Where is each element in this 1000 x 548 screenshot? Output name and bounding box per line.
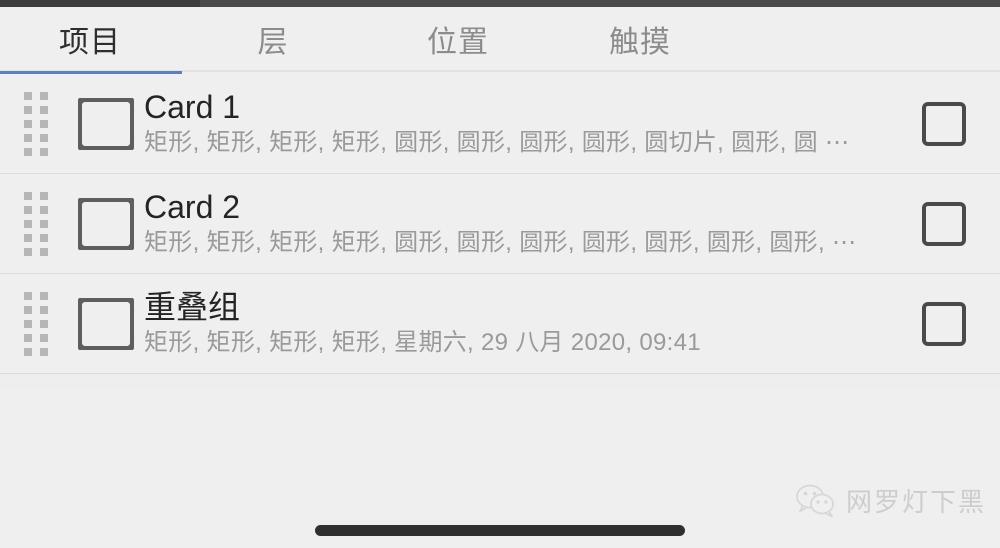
inbox-icon [78, 297, 134, 350]
item-checkbox-cell [888, 101, 1000, 146]
tab-bar: 项目 层 位置 触摸 [0, 7, 1000, 77]
drag-dots-icon [24, 291, 48, 356]
inbox-icon [78, 197, 134, 250]
item-checkbox-cell [888, 201, 1000, 246]
list-item[interactable]: Card 1 矩形, 矩形, 矩形, 矩形, 圆形, 圆形, 圆形, 圆形, 圆… [0, 74, 1000, 174]
inbox-icon [78, 97, 134, 150]
watermark-text: 网罗灯下黑 [845, 487, 986, 517]
item-text: Card 1 矩形, 矩形, 矩形, 矩形, 圆形, 圆形, 圆形, 圆形, 圆… [144, 89, 888, 158]
watermark: 网罗灯下黑 [796, 482, 986, 519]
tab-position-label: 位置 [427, 25, 489, 59]
item-icon [72, 97, 140, 150]
item-title: Card 1 [144, 89, 241, 125]
select-checkbox[interactable] [922, 301, 966, 346]
wechat-icon [796, 484, 834, 517]
drag-handle[interactable] [0, 191, 72, 256]
item-title: Card 2 [144, 189, 241, 225]
status-bar [0, 0, 1000, 7]
item-subtitle: 矩形, 矩形, 矩形, 矩形, 圆形, 圆形, 圆形, 圆形, 圆切片, 圆形,… [144, 129, 850, 156]
item-title: 重叠组 [144, 289, 241, 325]
list-item[interactable]: 重叠组 矩形, 矩形, 矩形, 矩形, 星期六, 29 八月 2020, 09:… [0, 274, 1000, 374]
tab-items-label: 项目 [59, 25, 121, 59]
tab-layers-label: 层 [257, 25, 289, 59]
tab-position[interactable]: 位置 [390, 7, 526, 70]
item-list: Card 1 矩形, 矩形, 矩形, 矩形, 圆形, 圆形, 圆形, 圆形, 圆… [0, 74, 1000, 374]
select-checkbox[interactable] [922, 101, 966, 146]
drag-handle[interactable] [0, 91, 72, 156]
item-text: 重叠组 矩形, 矩形, 矩形, 矩形, 星期六, 29 八月 2020, 09:… [144, 289, 888, 358]
drag-dots-icon [24, 191, 48, 256]
tab-touch-label: 触摸 [609, 25, 671, 59]
app-window: 项目 层 位置 触摸 Card 1 矩形, 矩形, 矩形, 矩形, 圆形, 圆形… [0, 0, 1000, 548]
item-text: Card 2 矩形, 矩形, 矩形, 矩形, 圆形, 圆形, 圆形, 圆形, 圆… [144, 189, 888, 258]
item-icon [72, 197, 140, 250]
drag-handle[interactable] [0, 291, 72, 356]
tab-items[interactable]: 项目 [20, 7, 160, 70]
tab-layers[interactable]: 层 [215, 7, 331, 70]
tab-touch[interactable]: 触摸 [572, 7, 708, 70]
list-item[interactable]: Card 2 矩形, 矩形, 矩形, 矩形, 圆形, 圆形, 圆形, 圆形, 圆… [0, 174, 1000, 274]
item-icon [72, 297, 140, 350]
item-checkbox-cell [888, 301, 1000, 346]
select-checkbox[interactable] [922, 201, 966, 246]
item-subtitle: 矩形, 矩形, 矩形, 矩形, 圆形, 圆形, 圆形, 圆形, 圆形, 圆形, … [144, 229, 857, 256]
drag-dots-icon [24, 91, 48, 156]
item-subtitle: 矩形, 矩形, 矩形, 矩形, 星期六, 29 八月 2020, 09:41 [144, 329, 701, 356]
home-indicator[interactable] [315, 525, 685, 536]
